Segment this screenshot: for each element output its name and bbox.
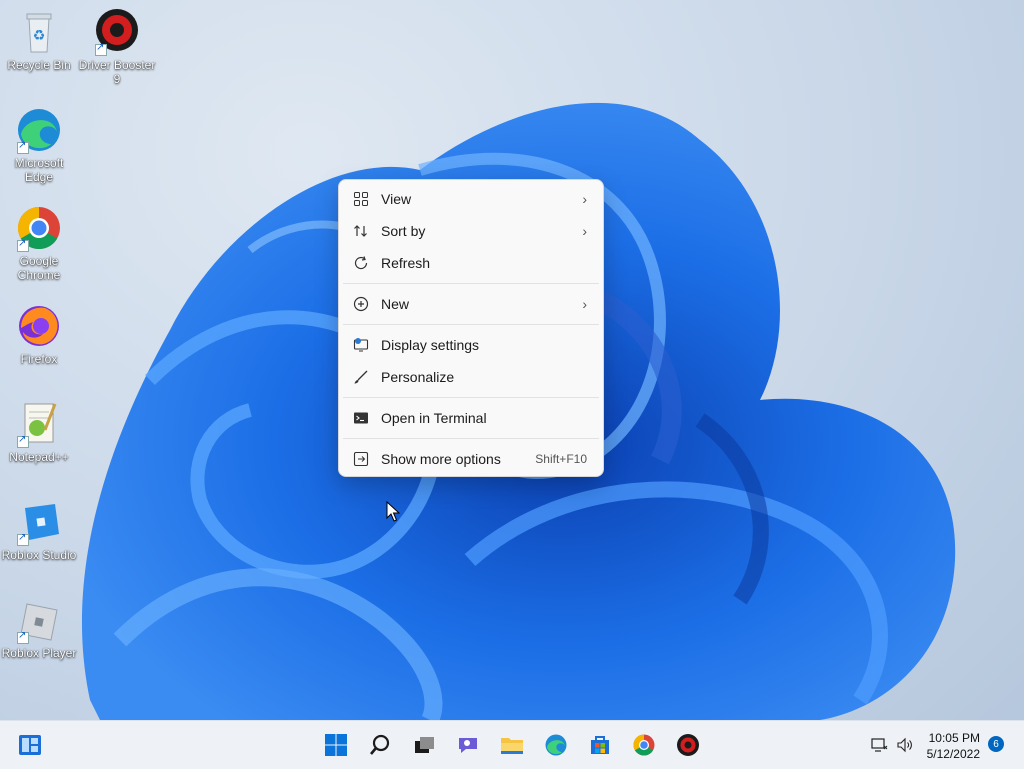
chevron-right-icon: › bbox=[582, 296, 587, 312]
refresh-icon bbox=[353, 255, 369, 271]
driver-booster-icon bbox=[93, 8, 141, 56]
desktop-icon-label: Microsoft Edge bbox=[14, 156, 64, 184]
tray-clock[interactable]: 10:05 PM 5/12/2022 bbox=[927, 730, 980, 762]
shortcut-arrow-icon bbox=[17, 434, 29, 448]
menu-item-sort-by[interactable]: Sort by › bbox=[343, 216, 599, 246]
edge-icon bbox=[15, 106, 63, 154]
desktop-icon-roblox-player[interactable]: Roblox Player bbox=[0, 596, 78, 660]
desktop-icon-label: Firefox bbox=[20, 352, 58, 366]
desktop-icon-label: Google Chrome bbox=[17, 254, 61, 282]
menu-item-personalize[interactable]: Personalize bbox=[343, 362, 599, 392]
volume-icon bbox=[897, 737, 912, 753]
firefox-icon bbox=[15, 302, 63, 350]
chevron-right-icon: › bbox=[582, 223, 587, 239]
notification-badge[interactable]: 6 bbox=[988, 736, 1004, 752]
tray-volume-button[interactable] bbox=[890, 729, 920, 761]
taskbar: 10:05 PM 5/12/2022 6 bbox=[0, 720, 1024, 769]
clock-date: 5/12/2022 bbox=[926, 747, 980, 761]
desktop[interactable]: ♻ Recycle Bin Driver Booster 9 Microsoft… bbox=[0, 0, 1024, 720]
taskbar-search-button[interactable] bbox=[364, 729, 396, 761]
windows-logo-icon bbox=[325, 734, 347, 756]
menu-separator bbox=[343, 397, 599, 398]
desktop-icon-label: Notepad++ bbox=[9, 450, 69, 464]
menu-item-show-more-options[interactable]: Show more options Shift+F10 bbox=[343, 444, 599, 474]
desktop-icon-label: Roblox Studio bbox=[1, 548, 77, 562]
desktop-icon-notepadpp[interactable]: Notepad++ bbox=[0, 400, 78, 464]
roblox-studio-icon bbox=[15, 498, 63, 546]
recycle-bin-icon: ♻ bbox=[15, 8, 63, 56]
network-icon bbox=[871, 738, 888, 752]
widgets-icon bbox=[19, 735, 41, 755]
shortcut-arrow-icon bbox=[17, 532, 29, 546]
menu-separator bbox=[343, 283, 599, 284]
svg-text:♻: ♻ bbox=[33, 28, 46, 44]
taskbar-driver-booster-button[interactable] bbox=[672, 729, 704, 761]
brush-icon bbox=[353, 369, 369, 385]
more-options-icon bbox=[353, 451, 369, 467]
taskbar-chat-button[interactable] bbox=[452, 729, 484, 761]
desktop-icon-driver-booster[interactable]: Driver Booster 9 bbox=[78, 8, 156, 86]
mouse-cursor-icon bbox=[386, 501, 400, 522]
desktop-icon-edge[interactable]: Microsoft Edge bbox=[0, 106, 78, 184]
desktop-icon-label: Driver Booster 9 bbox=[78, 58, 156, 86]
sort-icon bbox=[353, 223, 369, 239]
shortcut-arrow-icon bbox=[95, 42, 107, 56]
shortcut-arrow-icon bbox=[17, 140, 29, 154]
desktop-icon-label: Roblox Player bbox=[1, 646, 77, 660]
desktop-icon-firefox[interactable]: Firefox bbox=[0, 302, 78, 366]
menu-item-refresh[interactable]: Refresh bbox=[343, 248, 599, 278]
desktop-icon-recycle-bin[interactable]: ♻ Recycle Bin bbox=[0, 8, 78, 72]
taskbar-file-explorer-button[interactable] bbox=[496, 729, 528, 761]
clock-time: 10:05 PM bbox=[928, 731, 980, 745]
taskbar-chrome-button[interactable] bbox=[628, 729, 660, 761]
shortcut-arrow-icon bbox=[17, 630, 29, 644]
taskbar-start-button[interactable] bbox=[320, 729, 352, 761]
widgets-button[interactable] bbox=[14, 729, 46, 761]
desktop-icon-label: Recycle Bin bbox=[7, 58, 71, 72]
store-icon bbox=[591, 736, 609, 754]
taskbar-store-button[interactable] bbox=[584, 729, 616, 761]
desktop-context-menu: View › Sort by › Refresh New › Display s… bbox=[338, 179, 604, 477]
menu-item-open-in-terminal[interactable]: Open in Terminal bbox=[343, 403, 599, 433]
terminal-icon bbox=[353, 410, 369, 426]
chrome-icon bbox=[633, 734, 655, 756]
menu-separator bbox=[343, 438, 599, 439]
shortcut-arrow-icon bbox=[17, 238, 29, 252]
menu-item-new[interactable]: New › bbox=[343, 289, 599, 319]
menu-item-view[interactable]: View › bbox=[343, 184, 599, 214]
task-view-icon bbox=[415, 737, 434, 753]
notepadpp-icon bbox=[15, 400, 63, 448]
chevron-right-icon: › bbox=[582, 191, 587, 207]
folder-icon bbox=[501, 738, 523, 754]
search-icon bbox=[370, 734, 390, 755]
display-settings-icon bbox=[353, 337, 369, 353]
roblox-player-icon bbox=[15, 596, 63, 644]
menu-separator bbox=[343, 324, 599, 325]
taskbar-task-view-button[interactable] bbox=[408, 729, 440, 761]
chat-icon bbox=[459, 738, 477, 753]
shortcut-hint: Shift+F10 bbox=[535, 452, 587, 466]
edge-icon bbox=[545, 734, 567, 756]
chrome-icon bbox=[15, 204, 63, 252]
taskbar-edge-button[interactable] bbox=[540, 729, 572, 761]
driver-booster-icon bbox=[677, 734, 699, 756]
desktop-icon-roblox-studio[interactable]: Roblox Studio bbox=[0, 498, 78, 562]
desktop-icon-chrome[interactable]: Google Chrome bbox=[0, 204, 78, 282]
menu-item-display-settings[interactable]: Display settings bbox=[343, 330, 599, 360]
new-plus-icon bbox=[353, 296, 369, 312]
view-grid-icon bbox=[353, 191, 369, 207]
